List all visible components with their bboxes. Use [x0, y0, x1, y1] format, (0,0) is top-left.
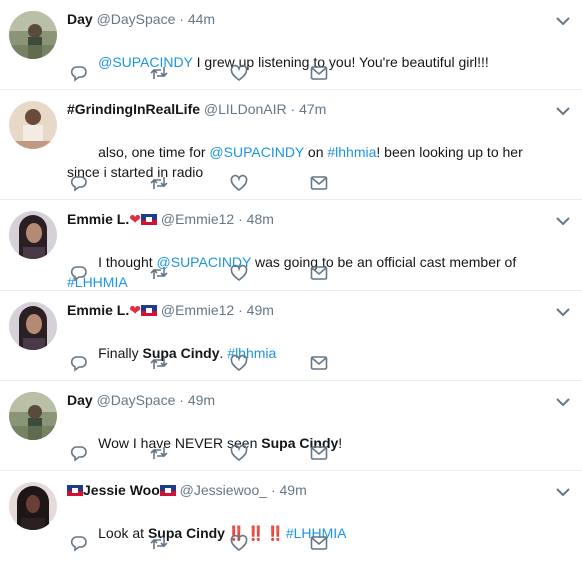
- username[interactable]: @DaySpace: [97, 11, 176, 27]
- avatar[interactable]: [9, 482, 57, 530]
- username[interactable]: @DaySpace: [97, 392, 176, 408]
- separator-dot: ·: [179, 392, 184, 408]
- envelope-icon[interactable]: [310, 534, 328, 552]
- haiti-flag-icon: [159, 485, 176, 496]
- envelope-icon[interactable]: [310, 444, 328, 462]
- timestamp[interactable]: 48m: [247, 211, 274, 227]
- tweet[interactable]: Day @DaySpace · 49m Wow I have NEVER see…: [0, 381, 582, 471]
- separator-dot: ·: [290, 101, 296, 117]
- reply-icon[interactable]: [70, 174, 88, 192]
- separator-dot: ·: [179, 11, 184, 27]
- timestamp[interactable]: 47m: [299, 101, 326, 117]
- chevron-down-icon[interactable]: [556, 106, 570, 116]
- chevron-down-icon[interactable]: [556, 397, 570, 407]
- tweet[interactable]: Emmie L.❤ @Emmie12 · 49m Finally Supa Ci…: [0, 291, 582, 381]
- separator-dot: ·: [238, 211, 243, 227]
- username[interactable]: @Jessiewoo_: [180, 482, 267, 498]
- username[interactable]: @LILDonAIR: [204, 101, 287, 117]
- avatar[interactable]: [9, 392, 57, 440]
- display-name[interactable]: #GrindingInRealLife: [67, 101, 200, 117]
- timestamp[interactable]: 49m: [247, 302, 274, 318]
- haiti-flag-icon: [140, 214, 157, 225]
- tweet[interactable]: Jessie Woo @Jessiewoo_ · 49m Look at Sup…: [0, 471, 582, 563]
- separator-dot: ·: [270, 482, 276, 498]
- heart-emoji-icon: ❤: [129, 302, 141, 318]
- retweet-icon[interactable]: [150, 264, 168, 282]
- tweet-header: Day @DaySpace · 44m: [67, 9, 546, 29]
- tweet-text: Wow I have NEVER seen Supa Cindy!: [67, 413, 546, 473]
- haiti-flag-icon: [67, 485, 83, 496]
- text-segment: !: [338, 435, 343, 451]
- retweet-icon[interactable]: [150, 174, 168, 192]
- separator-dot: ·: [238, 302, 243, 318]
- username[interactable]: @Emmie12: [161, 211, 234, 227]
- tweet-text: Finally Supa Cindy. #lhhmia: [67, 323, 546, 383]
- envelope-icon[interactable]: [310, 64, 328, 82]
- chevron-down-icon[interactable]: [556, 216, 570, 226]
- retweet-icon[interactable]: [150, 444, 168, 462]
- display-name[interactable]: Day: [67, 392, 93, 408]
- tweet-text: also, one time for @SUPACINDY on #lhhmia…: [67, 122, 546, 202]
- hashtag-link[interactable]: #lhhmia: [327, 144, 376, 160]
- tweet[interactable]: #GrindingInRealLife @LILDonAIR · 47m als…: [0, 90, 582, 200]
- timestamp[interactable]: 49m: [188, 392, 215, 408]
- text-segment: on: [304, 144, 328, 160]
- mention-link[interactable]: @SUPACINDY: [209, 144, 304, 160]
- retweet-icon[interactable]: [150, 64, 168, 82]
- tweet-text: Look at Supa Cindy ‼️ ‼️ ‼️ #LHHMIA: [67, 503, 546, 563]
- tweet[interactable]: Day @DaySpace · 44m @SUPACINDY I grew up…: [0, 0, 582, 90]
- tweet-text: @SUPACINDY I grew up listening to you! Y…: [67, 32, 546, 92]
- reply-icon[interactable]: [70, 444, 88, 462]
- display-name[interactable]: Emmie L.: [67, 211, 129, 227]
- reply-icon[interactable]: [70, 354, 88, 372]
- envelope-icon[interactable]: [310, 354, 328, 372]
- timestamp[interactable]: 44m: [188, 11, 215, 27]
- heart-icon[interactable]: [230, 174, 248, 192]
- tweet-header: Day @DaySpace · 49m: [67, 390, 546, 410]
- heart-icon[interactable]: [230, 354, 248, 372]
- tweet-feed: Day @DaySpace · 44m @SUPACINDY I grew up…: [0, 0, 582, 563]
- chevron-down-icon[interactable]: [556, 16, 570, 26]
- haiti-flag-icon: [140, 305, 157, 316]
- tweet-header: Emmie L.❤ @Emmie12 · 48m: [67, 209, 546, 229]
- heart-icon[interactable]: [230, 534, 248, 552]
- text-segment: Finally: [98, 345, 143, 361]
- mention-link[interactable]: @SUPACINDY: [98, 54, 193, 70]
- reply-icon[interactable]: [70, 264, 88, 282]
- tweet[interactable]: Emmie L.❤ @Emmie12 · 48m I thought @SUPA…: [0, 200, 582, 291]
- text-segment: I thought: [98, 254, 157, 270]
- avatar[interactable]: [9, 101, 57, 149]
- reply-icon[interactable]: [70, 534, 88, 552]
- tweet-header: Emmie L.❤ @Emmie12 · 49m: [67, 300, 546, 320]
- text-segment: Look at: [98, 525, 148, 541]
- tweet-header: #GrindingInRealLife @LILDonAIR · 47m: [67, 99, 546, 119]
- retweet-icon[interactable]: [150, 354, 168, 372]
- heart-icon[interactable]: [230, 444, 248, 462]
- text-segment: was going to be an official cast member …: [251, 254, 521, 270]
- display-name[interactable]: Jessie Woo: [83, 482, 160, 498]
- display-name[interactable]: Day: [67, 11, 93, 27]
- display-name[interactable]: Emmie L.: [67, 302, 129, 318]
- envelope-icon[interactable]: [310, 174, 328, 192]
- timestamp[interactable]: 49m: [280, 482, 307, 498]
- heart-emoji-icon: ❤: [129, 211, 141, 227]
- retweet-icon[interactable]: [150, 534, 168, 552]
- reply-icon[interactable]: [70, 64, 88, 82]
- avatar[interactable]: [9, 302, 57, 350]
- tweet-header: Jessie Woo @Jessiewoo_ · 49m: [67, 480, 546, 500]
- text-segment: also, one time for: [98, 144, 210, 160]
- avatar[interactable]: [9, 211, 57, 259]
- avatar[interactable]: [9, 11, 57, 59]
- chevron-down-icon[interactable]: [556, 487, 570, 497]
- heart-icon[interactable]: [230, 64, 248, 82]
- envelope-icon[interactable]: [310, 264, 328, 282]
- heart-icon[interactable]: [230, 264, 248, 282]
- chevron-down-icon[interactable]: [556, 307, 570, 317]
- username[interactable]: @Emmie12: [161, 302, 234, 318]
